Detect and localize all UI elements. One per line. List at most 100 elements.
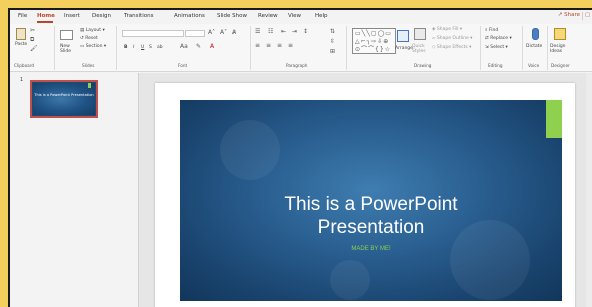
active-tab-indicator (37, 21, 53, 23)
smartart-icon[interactable]: ⊞ (330, 48, 335, 55)
group-divider (250, 26, 251, 70)
design-ideas-icon[interactable] (554, 28, 566, 40)
slide-accent-bar (546, 100, 562, 138)
background-bokeh (330, 260, 370, 300)
shape-fill-button[interactable]: ◈ Shape Fill ▾ (432, 27, 462, 32)
arrange-label[interactable]: Arrange (395, 46, 413, 51)
line-spacing-icon[interactable]: ↕ (303, 28, 308, 35)
align-center-icon[interactable]: ≡ (266, 42, 271, 49)
clipboard-group-label: Clipboard (14, 63, 35, 68)
powerpoint-window: File Home Insert Design Transitions Anim… (8, 8, 592, 307)
text-direction-icon[interactable]: ⇅ (330, 28, 335, 35)
layout-button[interactable]: ▤ Layout ▾ (80, 28, 105, 33)
group-divider (54, 26, 55, 70)
underline-button[interactable]: U (141, 45, 144, 50)
slide-title[interactable]: This is a PowerPoint Presentation (180, 193, 562, 239)
thumbnail-accent-bar (88, 83, 91, 88)
thumbnail-background: This is a PowerPoint Presentation (33, 83, 95, 115)
slide-editor[interactable]: This is a PowerPoint Presentation MADE B… (155, 83, 575, 307)
slides-group-label: Slides (82, 63, 95, 68)
group-divider (547, 26, 548, 70)
paste-label: Paste (15, 42, 28, 47)
highlight-icon[interactable]: ✎ (196, 43, 201, 50)
font-color-icon[interactable]: A (210, 43, 214, 50)
shape-fill-icon: ◈ (432, 27, 436, 32)
shape-effects-icon: ◇ (432, 45, 436, 50)
numbering-icon[interactable]: ☷ (268, 28, 273, 35)
character-spacing-button[interactable]: ab (157, 45, 163, 50)
microphone-icon[interactable] (532, 28, 539, 40)
cut-icon[interactable]: ✂ (30, 27, 35, 34)
font-size-dropdown[interactable] (185, 30, 205, 37)
shape-effects-button[interactable]: ◇ Shape Effects ▾ (432, 45, 471, 50)
shape-outline-icon: ▱ (432, 36, 436, 41)
tab-slide-show[interactable]: Slide Show (217, 13, 247, 19)
design-ideas-label[interactable]: Design Ideas (550, 44, 570, 54)
arrange-icon[interactable] (397, 30, 409, 42)
tab-view[interactable]: View (288, 13, 301, 19)
thumbnail-title: This is a PowerPoint Presentation (34, 93, 94, 97)
copy-icon[interactable]: ⧉ (30, 36, 34, 44)
ribbon-tab-bar: File Home Insert Design Transitions Anim… (10, 10, 592, 24)
vertical-scrollbar[interactable] (586, 73, 592, 307)
format-painter-icon[interactable]: 🖌 (30, 45, 38, 52)
drawing-group-label: Drawing (414, 63, 432, 68)
shapes-gallery[interactable]: ▭╲╲▢◯▭ △⌐┐⇨⇩⊕ ⊙⌒⌒{}☆ (352, 28, 396, 54)
dictate-label[interactable]: Dictate (526, 44, 542, 49)
decrease-font-icon[interactable]: A˅ (220, 29, 227, 36)
tab-help[interactable]: Help (315, 13, 328, 19)
tab-home[interactable]: Home (37, 13, 55, 19)
section-label: Section (85, 44, 103, 49)
designer-group-label: Designer (551, 63, 570, 68)
quick-styles-label[interactable]: Quick Styles (412, 44, 428, 54)
font-group-label: Font (178, 63, 188, 68)
italic-button[interactable]: I (133, 45, 134, 50)
clear-formatting-icon[interactable]: A̷ (232, 29, 236, 36)
replace-button[interactable]: ⇄ Replace ▾ (485, 36, 512, 41)
slide-subtitle[interactable]: MADE BY ME! (180, 246, 562, 252)
comments-icon[interactable]: ▢ (582, 12, 592, 20)
ribbon: Paste ✂ ⧉ 🖌 Clipboard New Slide ▤ Layout… (10, 24, 592, 72)
strikethrough-button[interactable]: S (149, 45, 152, 50)
justify-icon[interactable]: ≡ (288, 42, 293, 49)
share-button[interactable]: ↗ Share (558, 12, 580, 18)
reset-icon: ↺ (80, 36, 84, 41)
reset-button[interactable]: ↺ Reset (80, 36, 98, 41)
slide-thumbnail[interactable]: This is a PowerPoint Presentation (30, 80, 98, 118)
align-text-icon[interactable]: ⇳ (330, 38, 335, 45)
find-button[interactable]: ⌕ Find (485, 27, 498, 33)
section-button[interactable]: ▭ Section ▾ (80, 44, 106, 49)
share-icon: ↗ (557, 12, 563, 18)
tab-insert[interactable]: Insert (64, 13, 80, 19)
slide-title-line-1: This is a PowerPoint (284, 194, 458, 215)
bullets-icon[interactable]: ☰ (255, 28, 260, 35)
reset-label: Reset (85, 36, 98, 41)
paste-icon[interactable] (16, 28, 26, 40)
group-divider (522, 26, 523, 70)
tab-transitions[interactable]: Transitions (124, 13, 153, 19)
quick-styles-icon[interactable] (414, 28, 426, 40)
shape-outline-button[interactable]: ▱ Shape Outline ▾ (432, 36, 472, 41)
voice-group-label: Voice (528, 63, 540, 68)
share-label: Share (564, 12, 580, 18)
slide-number: 1 (20, 77, 24, 83)
tab-file[interactable]: File (18, 13, 27, 19)
increase-indent-icon[interactable]: ⇥ (292, 28, 297, 35)
tab-review[interactable]: Review (258, 13, 278, 19)
decrease-indent-icon[interactable]: ⇤ (281, 28, 286, 35)
font-name-dropdown[interactable] (122, 30, 184, 37)
increase-font-icon[interactable]: A˄ (208, 29, 215, 36)
align-left-icon[interactable]: ≡ (255, 42, 260, 49)
align-right-icon[interactable]: ≡ (277, 42, 282, 49)
slide-background: This is a PowerPoint Presentation MADE B… (180, 100, 562, 301)
select-label: Select (490, 45, 505, 50)
shape-effects-label: Shape Effects (436, 45, 468, 50)
tab-design[interactable]: Design (92, 13, 111, 19)
change-case-icon[interactable]: Aa (180, 43, 188, 50)
bold-button[interactable]: B (124, 45, 127, 50)
new-slide-icon[interactable] (60, 30, 73, 40)
select-button[interactable]: ⇲ Select ▾ (485, 45, 508, 50)
section-icon: ▭ (80, 44, 85, 49)
tab-animations[interactable]: Animations (174, 13, 205, 19)
new-slide-label[interactable]: New Slide (60, 44, 74, 54)
